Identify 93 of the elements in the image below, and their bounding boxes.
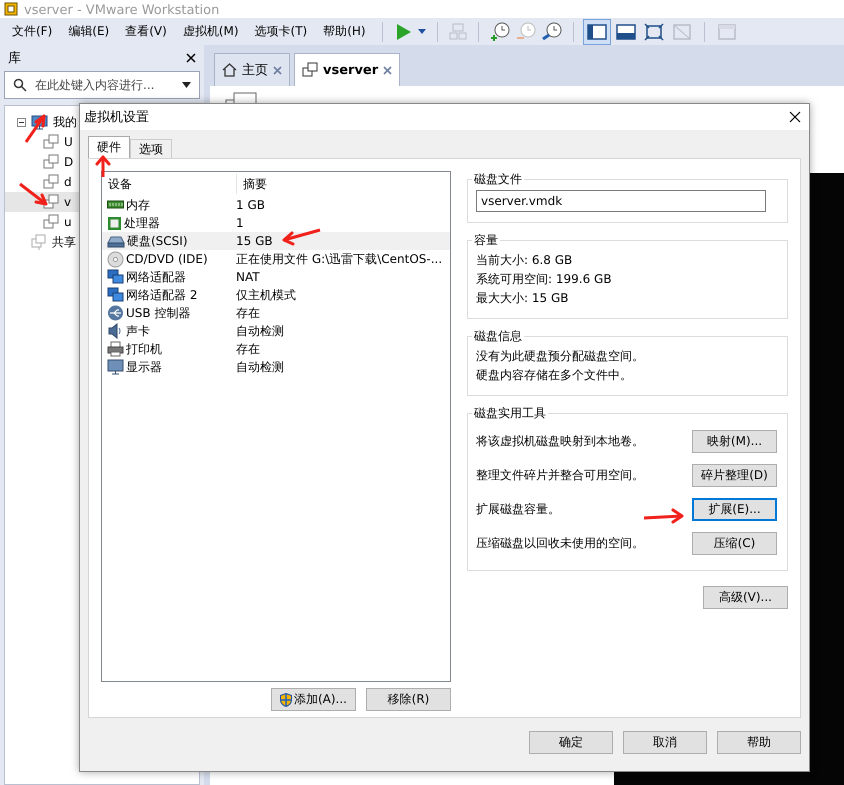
device-name[interactable]: 打印机 bbox=[126, 340, 162, 358]
device-summary: 存在 bbox=[235, 304, 260, 322]
device-summary: 1 GB bbox=[235, 198, 265, 212]
column-header[interactable]: 设备 bbox=[102, 174, 237, 194]
close-icon[interactable] bbox=[186, 53, 196, 63]
utility-description: 压缩磁盘以回收未使用的空间。 bbox=[476, 534, 644, 552]
device-name[interactable]: 网络适配器 2 bbox=[126, 286, 198, 304]
sidebar-view-icon[interactable] bbox=[584, 20, 610, 44]
info-text: 没有为此硬盘预分配磁盘空间。 bbox=[476, 348, 645, 365]
menu-item[interactable]: 选项卡(T) bbox=[248, 23, 314, 40]
device-summary: 存在 bbox=[235, 340, 260, 358]
tab[interactable]: 主页 bbox=[214, 53, 290, 86]
dialog-button[interactable]: 帮助 bbox=[717, 731, 801, 754]
tree-item[interactable]: u bbox=[64, 215, 72, 229]
column-header[interactable]: 摘要 bbox=[237, 174, 371, 194]
utility-button[interactable]: 映射(M)... bbox=[692, 430, 777, 452]
disc-icon bbox=[107, 250, 124, 268]
hard-disk-icon bbox=[107, 234, 125, 248]
advanced-button[interactable]: 高级(V)... bbox=[703, 586, 788, 609]
shield-icon bbox=[280, 692, 292, 706]
window-title: vserver - VMware Workstation bbox=[24, 3, 220, 18]
snapshot-icon[interactable] bbox=[488, 20, 511, 42]
tree-item[interactable]: D bbox=[64, 155, 74, 169]
list-button[interactable]: 移除(R) bbox=[366, 688, 451, 711]
utility-button[interactable]: 压缩(C) bbox=[692, 532, 777, 554]
network-adapter-icon bbox=[107, 269, 124, 285]
annotation-arrow bbox=[96, 156, 110, 177]
device-summary: 正在使用文件 G:\迅雷下载\CentOS-... bbox=[235, 250, 442, 268]
utility-description: 整理文件碎片并整合可用空间。 bbox=[476, 466, 644, 484]
network-adapter-icon bbox=[107, 287, 124, 303]
memory-icon bbox=[107, 200, 124, 210]
device-name[interactable]: 内存 bbox=[126, 196, 150, 214]
processor-icon bbox=[107, 216, 122, 230]
device-summary: 自动检测 bbox=[235, 358, 284, 376]
utility-button[interactable]: 碎片整理(D) bbox=[692, 464, 777, 486]
capacity-text: 系统可用空间: 199.6 GB bbox=[476, 271, 613, 288]
capacity-text: 最大大小: 15 GB bbox=[476, 290, 570, 307]
capacity-text: 当前大小: 6.8 GB bbox=[476, 252, 574, 269]
device-name[interactable]: USB 控制器 bbox=[126, 304, 190, 322]
annotation-arrow bbox=[19, 182, 48, 206]
tree-item[interactable]: U bbox=[64, 135, 73, 149]
group-title: 容量 bbox=[473, 232, 499, 249]
device-summary: 自动检测 bbox=[235, 322, 284, 340]
collapse-toggle-icon[interactable] bbox=[17, 118, 26, 126]
close-icon[interactable] bbox=[789, 111, 801, 123]
group-title: 磁盘信息 bbox=[473, 328, 523, 345]
printer-icon bbox=[107, 341, 124, 357]
dialog-title: 虚拟机设置 bbox=[84, 109, 149, 126]
caret-icon[interactable] bbox=[182, 82, 191, 88]
caret-icon[interactable] bbox=[416, 28, 427, 36]
search-icon bbox=[13, 78, 27, 92]
annotation-arrow bbox=[24, 114, 46, 143]
device-summary: 1 bbox=[235, 216, 244, 230]
tab[interactable]: 硬件 bbox=[88, 136, 130, 158]
usb-icon bbox=[107, 305, 124, 321]
search-field[interactable]: 在此处键入内容进行... bbox=[4, 71, 200, 99]
annotation-arrow bbox=[644, 508, 684, 524]
tree-item[interactable]: d bbox=[64, 175, 72, 189]
menu-item[interactable]: 编辑(E) bbox=[62, 23, 116, 40]
utility-description: 将该虚拟机磁盘映射到本地卷。 bbox=[476, 432, 644, 450]
device-summary: 15 GB bbox=[235, 234, 273, 248]
list-button[interactable]: 添加(A)... bbox=[271, 688, 356, 711]
utility-button[interactable]: 扩展(E)... bbox=[692, 498, 777, 520]
menu-item[interactable]: 帮助(H) bbox=[317, 23, 372, 40]
device-summary: NAT bbox=[235, 270, 260, 284]
tab[interactable]: vserver bbox=[294, 53, 400, 86]
menu-item[interactable]: 文件(F) bbox=[6, 23, 58, 40]
tab[interactable]: 选项 bbox=[130, 139, 172, 158]
info-text: 硬盘内容存储在多个文件中。 bbox=[476, 367, 633, 384]
device-name[interactable]: 处理器 bbox=[124, 214, 160, 232]
monitor-icon bbox=[107, 359, 124, 375]
menu-item[interactable]: 查看(V) bbox=[119, 23, 173, 40]
device-name[interactable]: 网络适配器 bbox=[126, 268, 186, 286]
device-name[interactable]: 硬盘(SCSI) bbox=[127, 232, 188, 250]
group-title: 磁盘实用工具 bbox=[473, 405, 547, 422]
tree-item[interactable]: 我的 bbox=[53, 114, 77, 130]
file-name-field[interactable]: vserver.vmdk bbox=[476, 190, 766, 212]
utility-description: 扩展磁盘容量。 bbox=[476, 500, 560, 518]
dialog-button[interactable]: 确定 bbox=[529, 731, 613, 754]
annotation-arrow bbox=[282, 228, 320, 246]
device-name[interactable]: 声卡 bbox=[126, 322, 150, 340]
menu-item[interactable]: 虚拟机(M) bbox=[176, 23, 245, 40]
shared-vm-icon bbox=[31, 234, 47, 250]
group-title: 磁盘文件 bbox=[473, 171, 523, 188]
tree-item[interactable]: 共享 bbox=[52, 234, 76, 250]
home-icon bbox=[222, 63, 237, 77]
dialog-button[interactable]: 取消 bbox=[623, 731, 707, 754]
device-summary: 仅主机模式 bbox=[235, 286, 296, 304]
library-title: 库 bbox=[8, 50, 21, 67]
clock-icon[interactable] bbox=[540, 20, 563, 42]
device-name[interactable]: 显示器 bbox=[126, 358, 162, 376]
tree-item[interactable]: v bbox=[64, 195, 72, 209]
device-name[interactable]: CD/DVD (IDE) bbox=[126, 252, 208, 266]
